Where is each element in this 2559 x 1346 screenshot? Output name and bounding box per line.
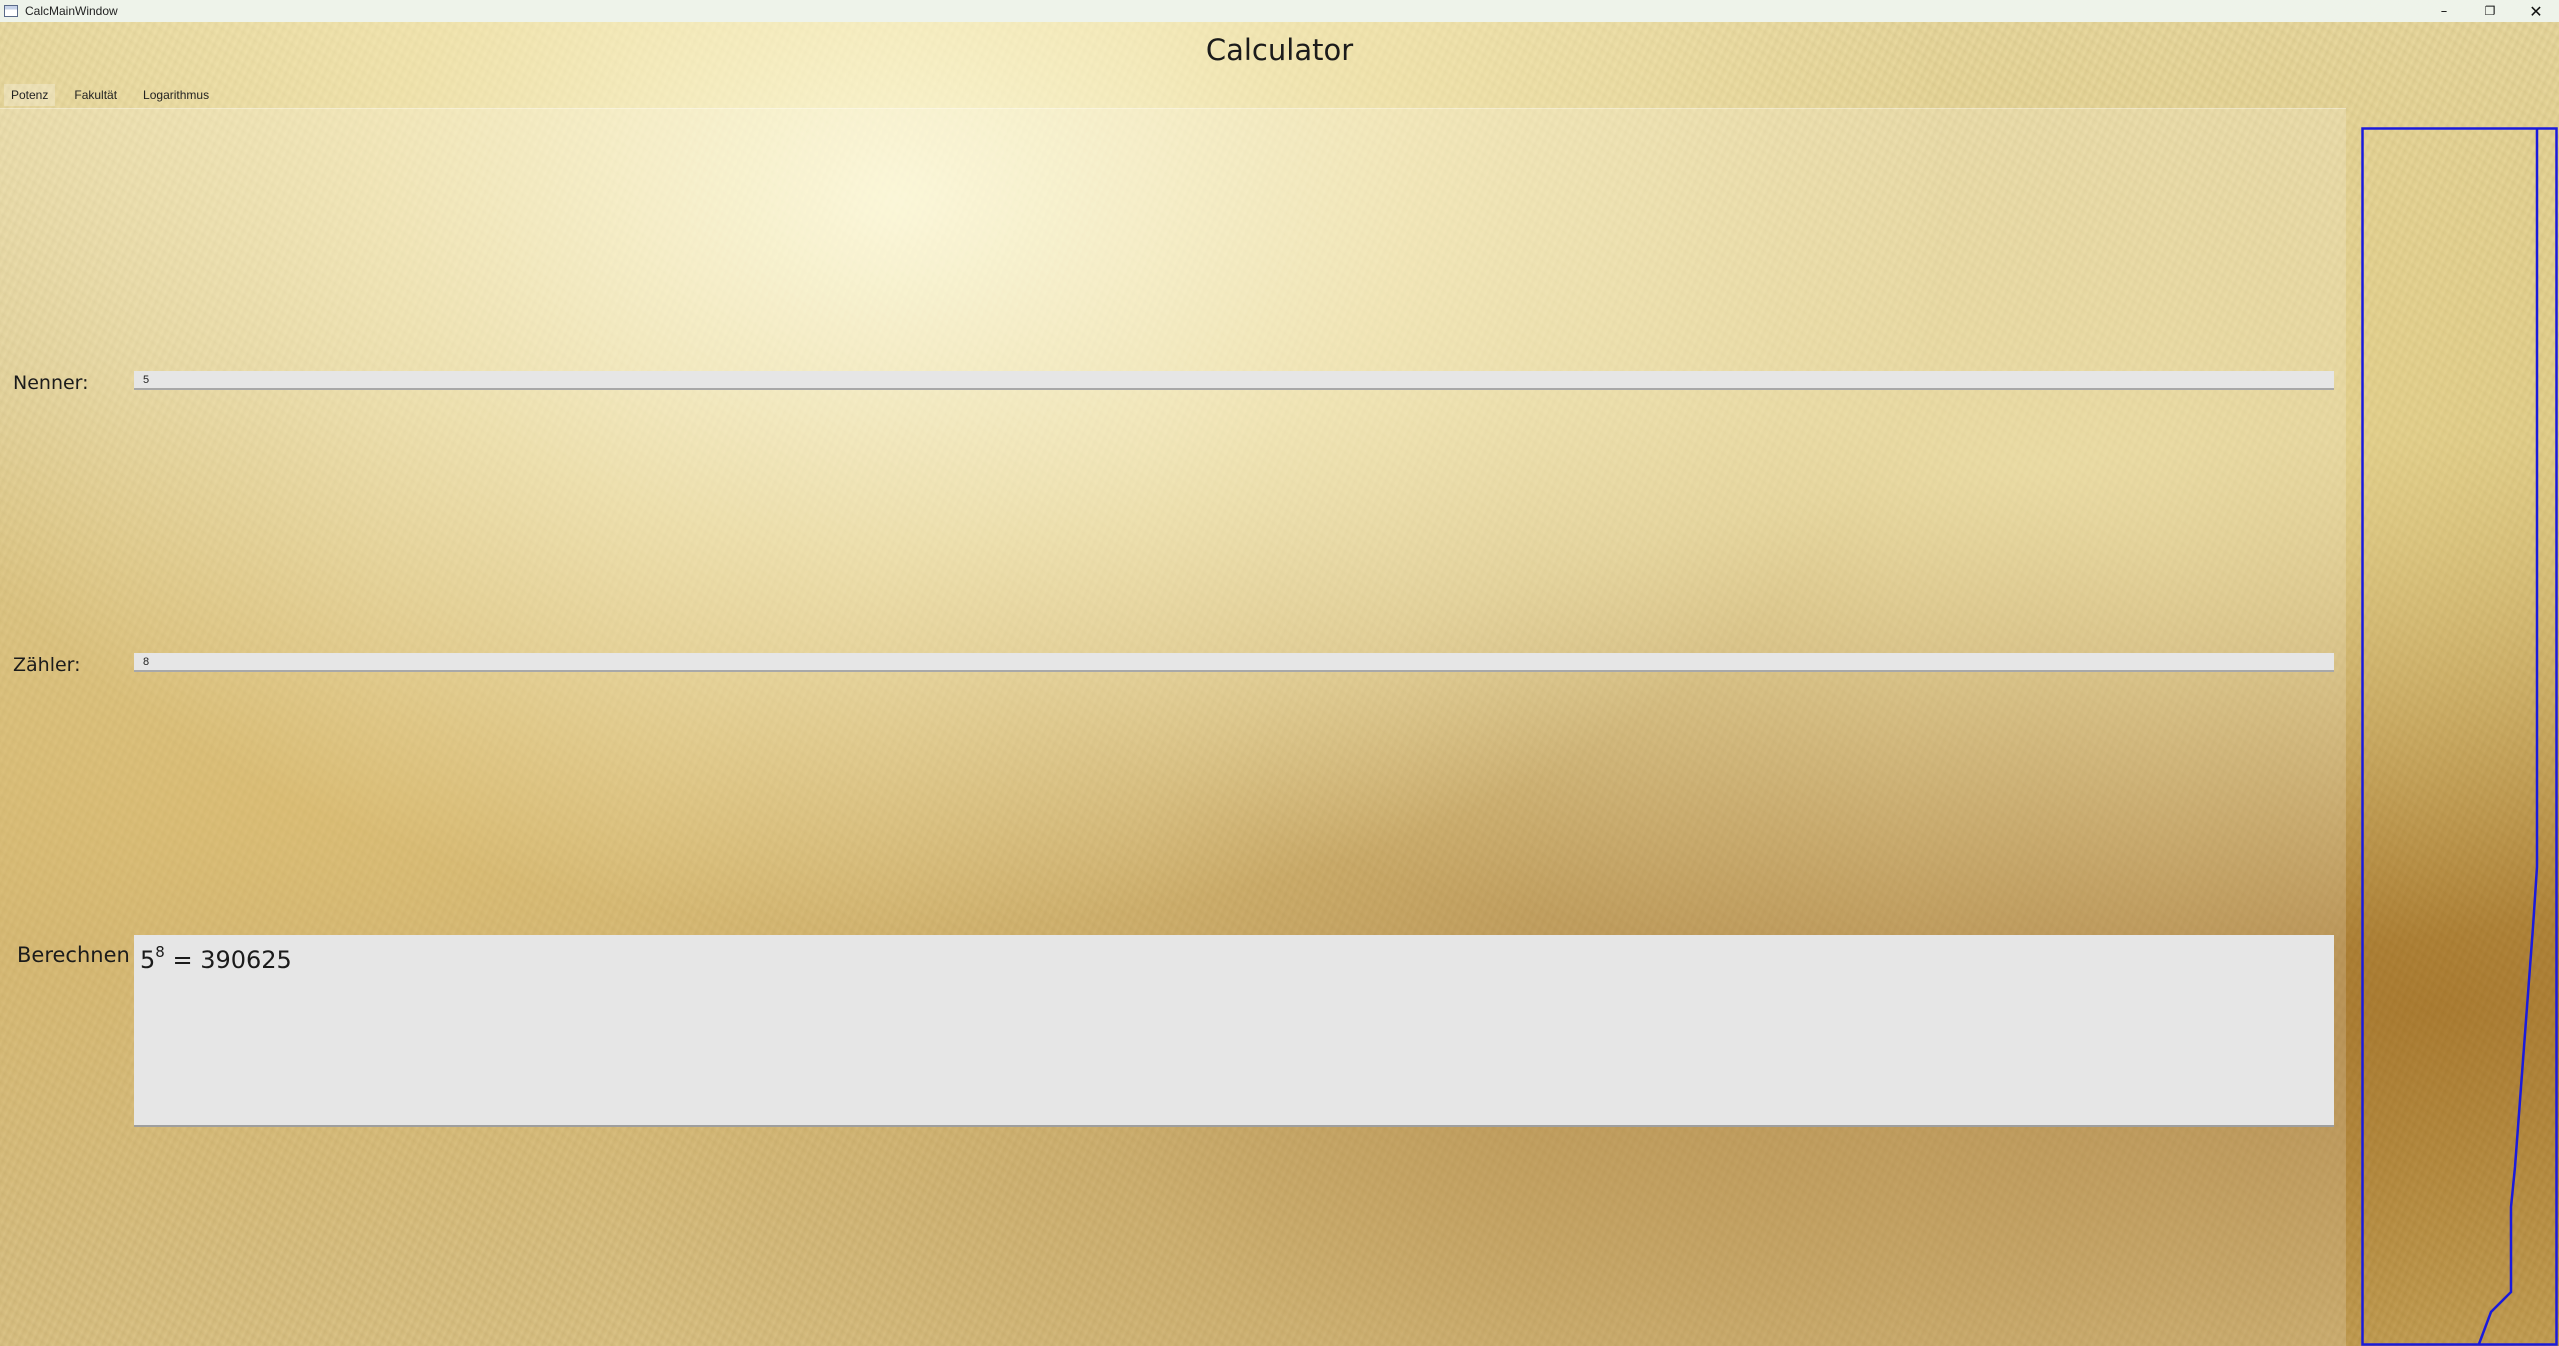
result-value: = 390625 (164, 946, 292, 974)
nenner-input[interactable] (134, 371, 2334, 390)
berechnen-button[interactable]: Berechnen (17, 943, 130, 967)
restore-icon: ❐ (2484, 4, 2496, 18)
result-base: 5 (140, 946, 156, 974)
minimize-button[interactable]: – (2421, 0, 2467, 22)
tab-logarithmus[interactable]: Logarithmus (136, 84, 216, 106)
zaehler-input[interactable] (134, 653, 2334, 672)
nenner-label: Nenner: (13, 372, 89, 394)
title-bar[interactable]: CalcMainWindow – ❐ ✕ (0, 0, 2559, 22)
plot-canvas (2361, 127, 2558, 1346)
zaehler-label: Zähler: (13, 654, 81, 676)
tab-bar: Potenz Fakultät Logarithmus (4, 84, 228, 106)
plot-line (2477, 128, 2539, 1345)
tab-pane-potenz (0, 108, 2346, 1346)
window-title: CalcMainWindow (25, 4, 118, 18)
tab-potenz[interactable]: Potenz (4, 84, 56, 106)
plot-frame (2361, 127, 2558, 1346)
result-output[interactable]: 58 = 390625 (134, 935, 2334, 1127)
page-title: Calculator (1205, 33, 1354, 67)
plot-panel (2361, 127, 2559, 1346)
close-icon: ✕ (2529, 1, 2543, 21)
app-window-icon (4, 5, 18, 17)
minimize-icon: – (2440, 3, 2448, 19)
calc-main-window: CalcMainWindow – ❐ ✕ Calculator Potenz F… (0, 0, 2559, 1346)
restore-button[interactable]: ❐ (2467, 0, 2513, 22)
close-button[interactable]: ✕ (2513, 0, 2559, 22)
tab-fakultaet[interactable]: Fakultät (67, 84, 124, 106)
result-exponent: 8 (155, 943, 165, 961)
